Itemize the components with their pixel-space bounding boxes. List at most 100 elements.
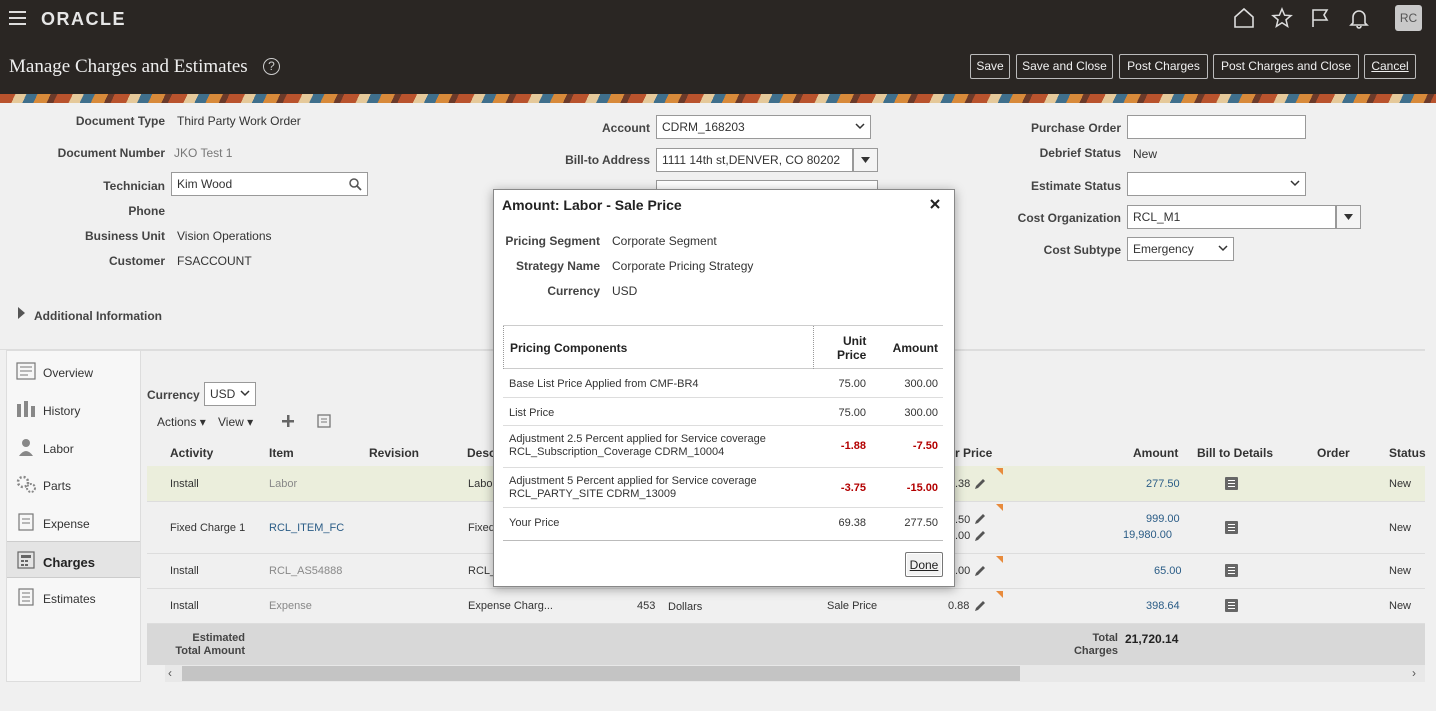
bill-to-details-icon[interactable] bbox=[1225, 599, 1238, 612]
unit-price: 69.38 bbox=[838, 517, 866, 529]
ship-to-input-partial[interactable] bbox=[656, 180, 878, 189]
cancel-button[interactable]: Cancel bbox=[1364, 54, 1416, 79]
description-cell: Fixed bbox=[468, 522, 495, 534]
description-cell: Expense Charg... bbox=[468, 600, 553, 612]
col-item[interactable]: Item bbox=[269, 446, 294, 460]
currency-label: Currency bbox=[547, 284, 600, 298]
nav-item-parts[interactable]: Parts bbox=[7, 466, 140, 503]
edit-pencil-icon[interactable] bbox=[973, 512, 987, 526]
help-icon[interactable]: ? bbox=[263, 58, 280, 75]
oracle-logo[interactable]: ORACLE bbox=[41, 9, 126, 30]
estimates-icon bbox=[18, 588, 34, 606]
column-divider bbox=[813, 326, 814, 369]
post-charges-button[interactable]: Post Charges bbox=[1119, 54, 1208, 79]
item-cell: RCL_AS54888 bbox=[269, 565, 343, 577]
save-button[interactable]: Save bbox=[970, 54, 1010, 79]
amount-link[interactable]: 999.00 bbox=[1146, 513, 1180, 525]
nav-label-overview: Overview bbox=[43, 366, 94, 380]
component-name: Adjustment 2.5 Percent applied for Servi… bbox=[509, 433, 766, 445]
cost-organization-value: RCL_M1 bbox=[1133, 210, 1181, 224]
col-status[interactable]: Status bbox=[1389, 446, 1426, 460]
star-icon[interactable] bbox=[1271, 7, 1293, 29]
table-row[interactable]: Install Expense Expense Charg... 453 Dol… bbox=[147, 589, 1425, 624]
edit-pencil-icon[interactable] bbox=[973, 564, 987, 578]
actions-label: Actions bbox=[157, 415, 197, 429]
nav-item-charges[interactable]: Charges bbox=[7, 541, 140, 578]
component-name-line2: RCL_PARTY_SITE CDRM_13009 bbox=[509, 488, 677, 500]
edit-pencil-icon[interactable] bbox=[973, 477, 987, 491]
cost-organization-input[interactable]: RCL_M1 bbox=[1127, 205, 1361, 229]
purchase-order-input[interactable] bbox=[1127, 115, 1306, 139]
search-icon[interactable] bbox=[349, 178, 362, 191]
pricing-details-dialog: Amount: Labor - Sale Price Pricing Segme… bbox=[493, 189, 955, 587]
nav-item-overview[interactable]: Overview bbox=[7, 353, 140, 390]
edit-pencil-icon[interactable] bbox=[973, 529, 987, 543]
edit-pencil-icon[interactable] bbox=[973, 599, 987, 613]
nav-item-expense[interactable]: Expense bbox=[7, 504, 140, 541]
price-cell-2: .00 bbox=[955, 530, 971, 542]
currency-select[interactable]: USD bbox=[204, 382, 256, 406]
change-indicator bbox=[996, 591, 1003, 598]
detach-icon[interactable] bbox=[316, 413, 332, 429]
col-bill-to-details[interactable]: Bill to Details bbox=[1197, 446, 1273, 460]
amount-link-2[interactable]: 19,980.00 bbox=[1123, 529, 1172, 541]
col-order[interactable]: Order bbox=[1317, 446, 1350, 460]
caret-down-icon bbox=[861, 157, 870, 163]
bell-icon[interactable] bbox=[1348, 7, 1370, 29]
amount-link[interactable]: 398.64 bbox=[1146, 600, 1180, 612]
col-price[interactable]: r Price bbox=[955, 446, 992, 460]
additional-information-toggle[interactable]: Additional Information bbox=[34, 309, 162, 323]
debrief-status-label: Debrief Status bbox=[1039, 146, 1121, 160]
expand-triangle-icon[interactable] bbox=[18, 307, 25, 319]
user-avatar[interactable]: RC bbox=[1395, 5, 1422, 31]
nav-item-estimates[interactable]: Estimates bbox=[7, 579, 140, 616]
nav-label-estimates: Estimates bbox=[43, 592, 96, 606]
save-and-close-button[interactable]: Save and Close bbox=[1016, 54, 1113, 79]
add-icon[interactable] bbox=[281, 414, 295, 428]
bill-to-details-icon[interactable] bbox=[1225, 521, 1238, 534]
caret-down-icon bbox=[1344, 214, 1353, 220]
technician-label: Technician bbox=[103, 179, 165, 193]
estimate-status-select[interactable] bbox=[1127, 172, 1306, 196]
bill-to-address-value: 1111 14th st,DENVER, CO 80202 bbox=[662, 153, 841, 167]
total-charges-label-line1: Total bbox=[1092, 632, 1118, 644]
col-revision[interactable]: Revision bbox=[369, 446, 419, 460]
done-button[interactable]: Done bbox=[905, 552, 943, 577]
page-title: Manage Charges and Estimates bbox=[9, 56, 248, 77]
dialog-title: Amount: Labor - Sale Price bbox=[502, 197, 682, 213]
technician-input[interactable]: Kim Wood bbox=[171, 172, 368, 196]
actions-menu[interactable]: Actions ▾ bbox=[157, 415, 206, 429]
pricing-segment-value: Corporate Segment bbox=[612, 234, 717, 248]
bill-to-details-icon[interactable] bbox=[1225, 477, 1238, 490]
menu-icon[interactable] bbox=[9, 11, 26, 25]
pricing-row: Adjustment 2.5 Percent applied for Servi… bbox=[503, 426, 943, 468]
component-amount: -15.00 bbox=[906, 482, 938, 494]
close-icon[interactable] bbox=[928, 197, 942, 211]
amount-link[interactable]: 277.50 bbox=[1146, 478, 1180, 490]
scrollbar-thumb[interactable] bbox=[182, 666, 1020, 681]
cost-organization-dropdown-button[interactable] bbox=[1336, 205, 1361, 229]
account-select[interactable]: CDRM_168203 bbox=[656, 115, 871, 139]
scroll-right-icon[interactable]: › bbox=[1412, 666, 1416, 680]
post-charges-and-close-button[interactable]: Post Charges and Close bbox=[1213, 54, 1359, 79]
component-name: Base List Price Applied from CMF-BR4 bbox=[509, 378, 699, 390]
flag-icon[interactable] bbox=[1309, 7, 1331, 29]
nav-item-history[interactable]: History bbox=[7, 391, 140, 428]
labor-icon bbox=[19, 439, 33, 456]
col-description[interactable]: Desc bbox=[467, 446, 496, 460]
nav-item-labor[interactable]: Labor bbox=[7, 429, 140, 466]
item-cell: Labor bbox=[269, 478, 298, 490]
amount-link[interactable]: 65.00 bbox=[1154, 565, 1182, 577]
status-cell: New bbox=[1389, 478, 1412, 490]
col-activity[interactable]: Activity bbox=[170, 446, 213, 460]
home-icon[interactable] bbox=[1233, 7, 1255, 29]
col-amount[interactable]: Amount bbox=[1133, 446, 1178, 460]
document-type-label: Document Type bbox=[75, 114, 165, 128]
cost-subtype-select[interactable]: Emergency bbox=[1127, 237, 1234, 261]
bill-to-address-input[interactable]: 1111 14th st,DENVER, CO 80202 bbox=[656, 148, 878, 172]
item-link[interactable]: RCL_ITEM_FC bbox=[269, 522, 344, 534]
view-menu[interactable]: View ▾ bbox=[218, 415, 253, 429]
scroll-left-icon[interactable]: ‹ bbox=[168, 666, 172, 680]
bill-to-dropdown-button[interactable] bbox=[853, 148, 878, 172]
bill-to-details-icon[interactable] bbox=[1225, 564, 1238, 577]
